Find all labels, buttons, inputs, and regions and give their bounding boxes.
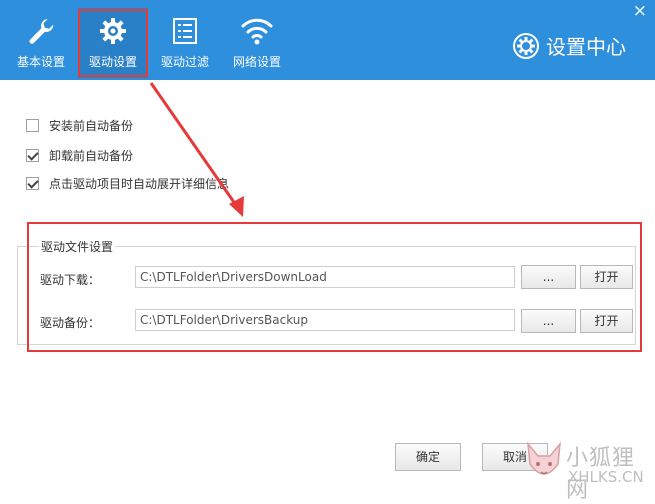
option-backup-before-install[interactable]: 安装前自动备份: [26, 117, 133, 134]
nav-label: 基本设置: [16, 55, 65, 69]
nav-label: 网络设置: [232, 55, 281, 69]
download-browse-button[interactable]: ...: [521, 265, 576, 289]
backup-label: 驱动备份：: [40, 316, 101, 330]
backup-path-field[interactable]: C:\DTLFolder\DriversBackup: [135, 309, 515, 331]
option-auto-expand-details[interactable]: 点击驱动项目时自动展开详细信息: [26, 175, 229, 192]
wifi-icon: [241, 18, 273, 45]
nav-driver-filter[interactable]: 驱动过滤: [150, 8, 220, 78]
nav-basic-settings[interactable]: 基本设置: [6, 8, 76, 78]
checkbox[interactable]: [26, 177, 39, 190]
watermark-domain: XHLKS.CN: [568, 468, 644, 486]
cancel-button[interactable]: 取消: [482, 443, 548, 471]
backup-browse-button[interactable]: ...: [521, 309, 576, 333]
ok-button[interactable]: 确定: [395, 443, 461, 471]
header-bar: × 基本设置 驱动设置 驱动过滤 网络设置 设置中心: [0, 0, 655, 80]
checkbox[interactable]: [26, 149, 39, 162]
group-title: 驱动文件设置: [39, 238, 116, 255]
list-icon: [173, 18, 197, 44]
brand-label: 设置中心: [546, 35, 626, 59]
backup-open-button[interactable]: 打开: [580, 309, 633, 333]
download-label: 驱动下载：: [40, 273, 101, 287]
nav-driver-settings[interactable]: 驱动设置: [78, 8, 148, 78]
download-path-field[interactable]: C:\DTLFolder\DriversDownLoad: [135, 266, 515, 288]
option-backup-before-uninstall[interactable]: 卸载前自动备份: [26, 147, 133, 164]
settings-center-title: 设置中心: [512, 31, 626, 60]
option-label: 卸载前自动备份: [49, 149, 134, 163]
download-open-button[interactable]: 打开: [580, 265, 633, 289]
checkbox[interactable]: [26, 119, 39, 132]
wrench-icon: [29, 19, 54, 44]
nav-network-settings[interactable]: 网络设置: [222, 8, 292, 78]
gear-icon: [100, 18, 126, 44]
watermark-text: 小狐狸网: [566, 446, 636, 503]
nav-label: 驱动过滤: [160, 55, 209, 69]
option-label: 安装前自动备份: [49, 119, 134, 133]
nav-label: 驱动设置: [88, 55, 137, 69]
settings-gear-icon: [513, 32, 539, 59]
option-label: 点击驱动项目时自动展开详细信息: [49, 177, 230, 191]
close-button[interactable]: ×: [633, 1, 647, 21]
